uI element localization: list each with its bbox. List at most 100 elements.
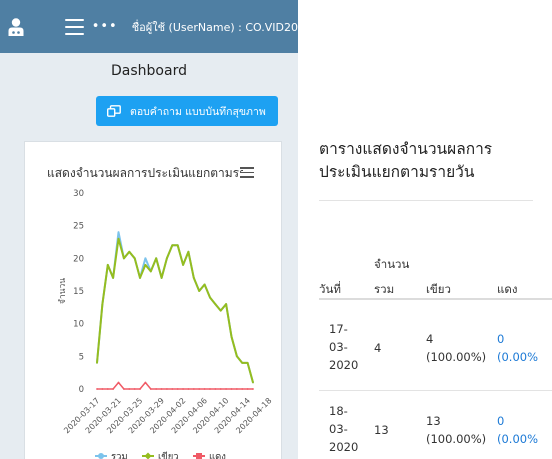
table-title: ตารางแสดงจำนวนผลการประเมินแยกตามรายวัน (319, 140, 493, 181)
green-cell: 4 (100.00%) (426, 330, 486, 366)
red-percent: (0.00% (497, 350, 539, 364)
red-cell: 0 (0.00% (497, 412, 538, 448)
data-point (214, 303, 217, 305)
column-header-green: เขียว (426, 282, 451, 296)
sidebar-panel: Dashboard ตอบคำถาม แบบบันทึกสุขภาพ 0 5 10 1… (0, 53, 298, 459)
data-point (187, 250, 190, 253)
username-label: ชื่อผู้ใช้ (UserName) : CO.VID20 (131, 20, 298, 34)
y-tick-label: 10 (73, 320, 84, 330)
data-point (128, 388, 131, 390)
green-percent: (100.00%) (426, 350, 487, 364)
data-point (166, 388, 168, 390)
data-point (96, 388, 98, 390)
table-row: 18- 03- 2020 13 13 (100.00%) 0 (0.00% (319, 391, 552, 459)
column-header-total: จำนวน รวม (374, 255, 409, 298)
data-point (144, 263, 147, 266)
date-line: 03- (329, 422, 348, 436)
daily-results-chart-card: 0 5 10 15 20 25 30 จำนวน 2020-03-17 2020-03-21 202… (24, 141, 282, 459)
data-point (122, 257, 125, 260)
data-point (246, 388, 249, 390)
health-assessment-button[interactable]: ตอบคำถาม แบบบันทึกสุขภาพ (96, 96, 278, 126)
series-line-1 (96, 231, 254, 383)
data-point (198, 388, 201, 390)
data-point (192, 277, 195, 279)
data-point (230, 388, 233, 390)
data-point (176, 388, 179, 390)
data-point (182, 263, 184, 266)
data-point (117, 237, 120, 240)
legend-marker (196, 453, 202, 459)
data-point (209, 296, 211, 299)
data-point (241, 388, 244, 390)
data-point (122, 388, 125, 390)
table-row: 17- 03- 2020 4 4 (100.00%) 0 (0.00% (319, 300, 552, 384)
data-point (187, 388, 190, 390)
daily-results-chart: 051015202530จำนวน2020-03-172020-03-21202… (58, 189, 274, 459)
dashboard-title: Dashboard (111, 63, 187, 79)
red-count: 0 (497, 414, 505, 428)
data-point (139, 388, 141, 390)
total-cell: 4 (374, 341, 382, 355)
data-point (155, 257, 158, 260)
series-line-3 (97, 381, 253, 390)
data-point (144, 257, 147, 260)
data-point (252, 388, 254, 390)
data-point (225, 303, 228, 305)
data-point (246, 361, 249, 364)
series-line-2 (96, 237, 254, 383)
data-point (160, 277, 163, 279)
legend-marker (98, 453, 104, 459)
chart-menu-icon[interactable] (240, 167, 254, 178)
data-point (133, 388, 136, 390)
data-point (192, 388, 195, 390)
data-point (219, 388, 222, 390)
top-navbar: ••• ชื่อผู้ใช้ (UserName) : CO.VID20 (0, 0, 298, 53)
data-point (241, 361, 244, 364)
legend-label: แดง (209, 452, 226, 459)
red-count: 0 (497, 332, 505, 346)
y-tick-label: 25 (73, 222, 84, 232)
red-cell: 0 (0.00% (497, 330, 538, 366)
data-point (101, 303, 104, 305)
y-tick-label: 20 (73, 254, 84, 264)
data-point (176, 244, 179, 247)
y-tick-label: 15 (73, 287, 84, 297)
data-point (112, 388, 115, 390)
data-point (149, 270, 152, 273)
data-point (203, 388, 206, 390)
legend-label: รวม (111, 452, 128, 459)
data-point (171, 388, 174, 390)
column-header-total-line2: รวม (374, 282, 395, 296)
user-profile-icon[interactable] (0, 0, 33, 53)
legend-marker (144, 452, 152, 459)
y-tick-label: 5 (79, 352, 84, 362)
data-point (235, 388, 238, 390)
data-point (155, 388, 158, 390)
date-line: 2020 (329, 440, 359, 454)
data-point (101, 388, 104, 390)
data-point (209, 388, 211, 390)
data-point (139, 277, 141, 279)
y-tick-label: 0 (79, 385, 84, 395)
date-cell: 17- 03- 2020 (329, 320, 358, 374)
date-line: 2020 (329, 358, 359, 372)
data-point (112, 277, 115, 279)
date-line: 03- (329, 340, 348, 354)
data-point (106, 388, 109, 390)
title-divider (319, 200, 533, 201)
data-point (166, 257, 168, 260)
health-assessment-button-label: ตอบคำถาม แบบบันทึกสุขภาพ (130, 105, 266, 118)
data-point (149, 388, 152, 390)
data-point (128, 250, 131, 253)
date-line: 18- (329, 404, 348, 418)
data-point (252, 381, 254, 384)
data-point (144, 381, 147, 384)
data-point (133, 257, 136, 260)
data-point (117, 381, 120, 384)
hamburger-menu-icon[interactable] (64, 18, 84, 35)
green-percent: (100.00%) (426, 432, 487, 446)
column-header-red: แดง (497, 282, 518, 296)
date-cell: 18- 03- 2020 (329, 402, 358, 456)
data-point (171, 244, 174, 247)
more-options-icon[interactable]: ••• (92, 20, 118, 33)
